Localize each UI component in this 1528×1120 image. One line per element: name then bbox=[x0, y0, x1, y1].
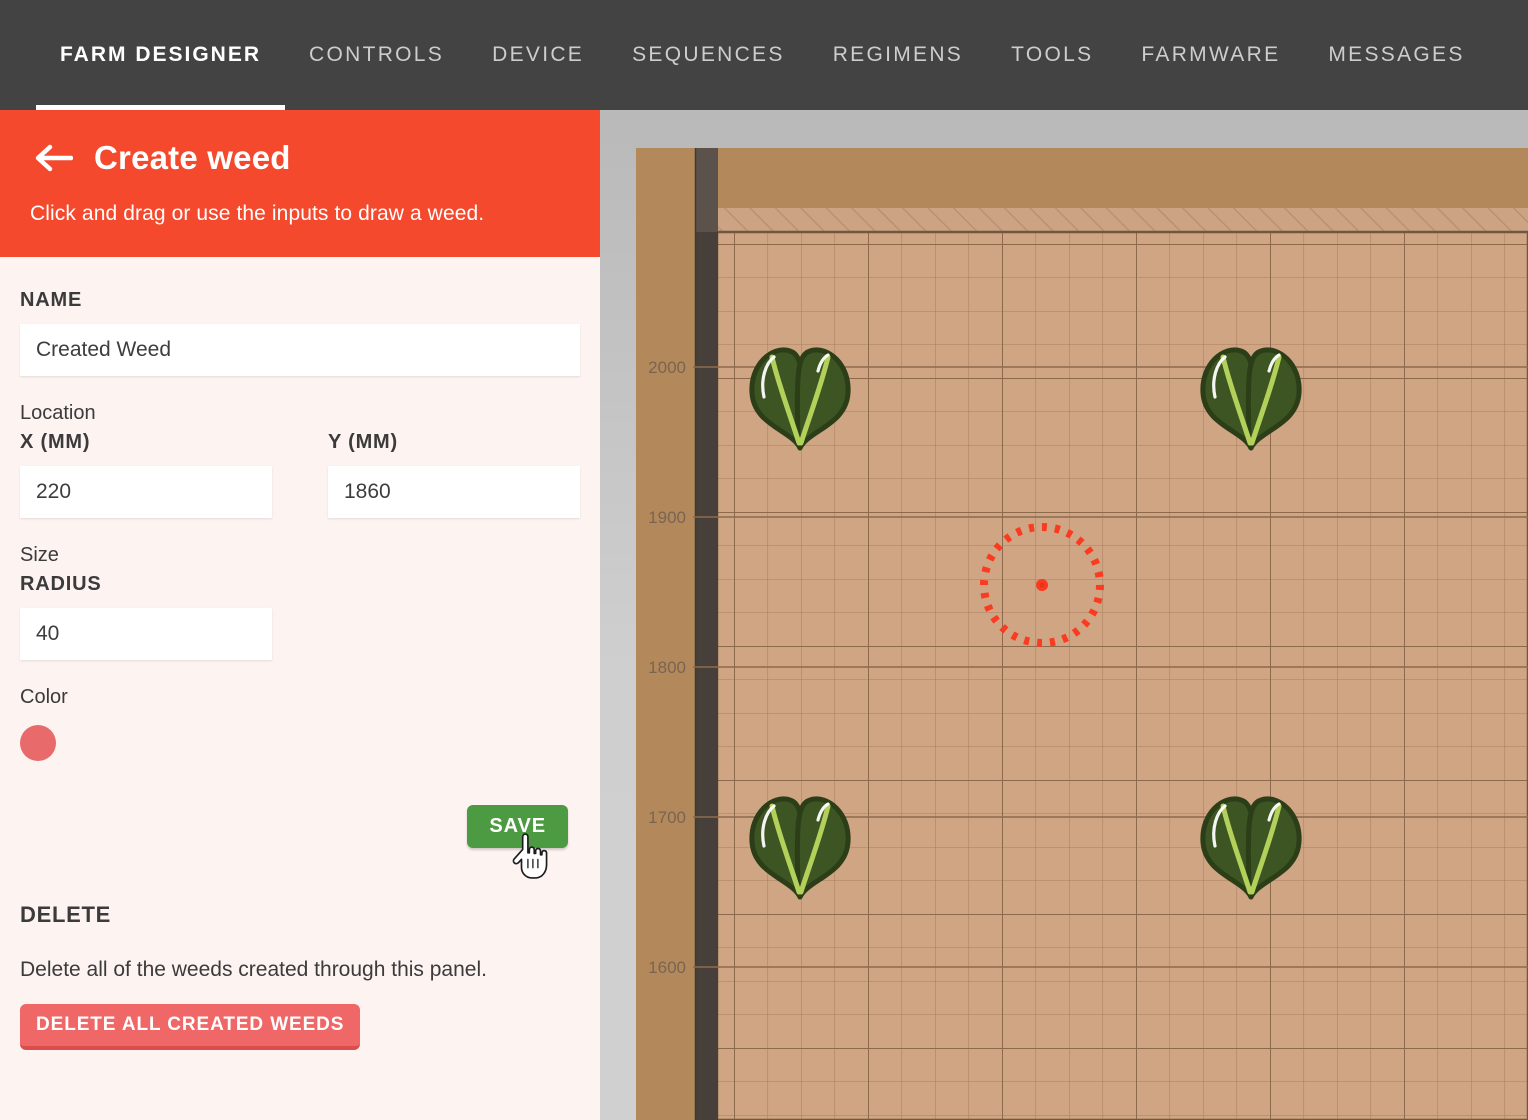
x-input[interactable] bbox=[20, 466, 272, 518]
nav-item-label: REGIMENS bbox=[832, 43, 964, 66]
nav-item-label: CONTROLS bbox=[309, 43, 445, 66]
nav-item-label: FARM DESIGNER bbox=[60, 43, 262, 66]
create-weed-panel: Create weed Click and drag or use the in… bbox=[0, 110, 600, 1120]
location-label: Location bbox=[20, 402, 96, 424]
nav-item-label: SEQUENCES bbox=[632, 43, 785, 66]
location-row: X (MM) Y (MM) bbox=[20, 431, 580, 518]
axis-label: 1700 bbox=[648, 808, 686, 827]
nav-item-label: FARMWARE bbox=[1141, 43, 1281, 66]
nav-item-label: TOOLS bbox=[1011, 43, 1094, 66]
nav-item-farmware[interactable]: FARMWARE bbox=[1117, 0, 1304, 110]
nav-item-device[interactable]: DEVICE bbox=[468, 0, 608, 110]
radius-label: RADIUS bbox=[20, 573, 102, 595]
color-label: Color bbox=[20, 686, 68, 708]
arrow-left-icon bbox=[35, 144, 73, 172]
nav-item-controls[interactable]: CONTROLS bbox=[285, 0, 468, 110]
panel-subtitle: Click and drag or use the inputs to draw… bbox=[30, 202, 485, 225]
color-swatch[interactable] bbox=[20, 725, 56, 761]
panel-title: Create weed bbox=[94, 139, 291, 176]
delete-section-description: Delete all of the weeds created through … bbox=[20, 958, 487, 981]
gantry-rail-shadow bbox=[695, 232, 718, 1120]
nav-item-farm-designer[interactable]: FARM DESIGNER bbox=[36, 0, 286, 110]
name-input[interactable] bbox=[20, 324, 580, 376]
x-label: X (MM) bbox=[20, 431, 91, 453]
garden-map-canvas[interactable]: 2000 1900 1800 1700 1600 bbox=[600, 110, 1528, 1120]
size-label: Size bbox=[20, 544, 59, 566]
save-button[interactable]: SAVE bbox=[467, 805, 568, 848]
save-row: SAVE bbox=[20, 805, 580, 848]
axis-label: 1900 bbox=[648, 508, 686, 527]
nav-item-tools[interactable]: TOOLS bbox=[987, 0, 1117, 110]
nav-item-label: DEVICE bbox=[492, 43, 585, 66]
y-input[interactable] bbox=[328, 466, 580, 518]
axis-label: 2000 bbox=[648, 358, 686, 377]
x-field-group: X (MM) bbox=[20, 431, 272, 518]
delete-section-title: DELETE bbox=[20, 902, 111, 927]
app-root: FARM DESIGNER CONTROLS DEVICE SEQUENCES … bbox=[0, 0, 1528, 1120]
nav-item-label: MESSAGES bbox=[1328, 43, 1465, 66]
axis-label: 1800 bbox=[648, 658, 686, 677]
back-button[interactable] bbox=[30, 138, 76, 178]
top-navigation-bar: FARM DESIGNER CONTROLS DEVICE SEQUENCES … bbox=[0, 0, 1528, 110]
nav-item-list: FARM DESIGNER CONTROLS DEVICE SEQUENCES … bbox=[0, 0, 1489, 110]
axis-label: 1600 bbox=[648, 958, 686, 977]
name-label: NAME bbox=[20, 289, 83, 311]
nav-item-regimens[interactable]: REGIMENS bbox=[809, 0, 987, 110]
y-label: Y (MM) bbox=[328, 431, 398, 453]
radius-input[interactable] bbox=[20, 608, 272, 660]
y-field-group: Y (MM) bbox=[328, 431, 580, 518]
garden-map[interactable]: 2000 1900 1800 1700 1600 bbox=[600, 110, 1528, 1120]
nav-item-sequences[interactable]: SEQUENCES bbox=[608, 0, 809, 110]
nav-item-messages[interactable]: MESSAGES bbox=[1304, 0, 1488, 110]
delete-all-created-weeds-button[interactable]: DELETE ALL CREATED WEEDS bbox=[20, 1004, 361, 1050]
panel-header: Create weed Click and drag or use the in… bbox=[0, 110, 600, 257]
panel-body: NAME Location X (MM) Y (MM) Size RADIUS … bbox=[0, 257, 600, 1050]
